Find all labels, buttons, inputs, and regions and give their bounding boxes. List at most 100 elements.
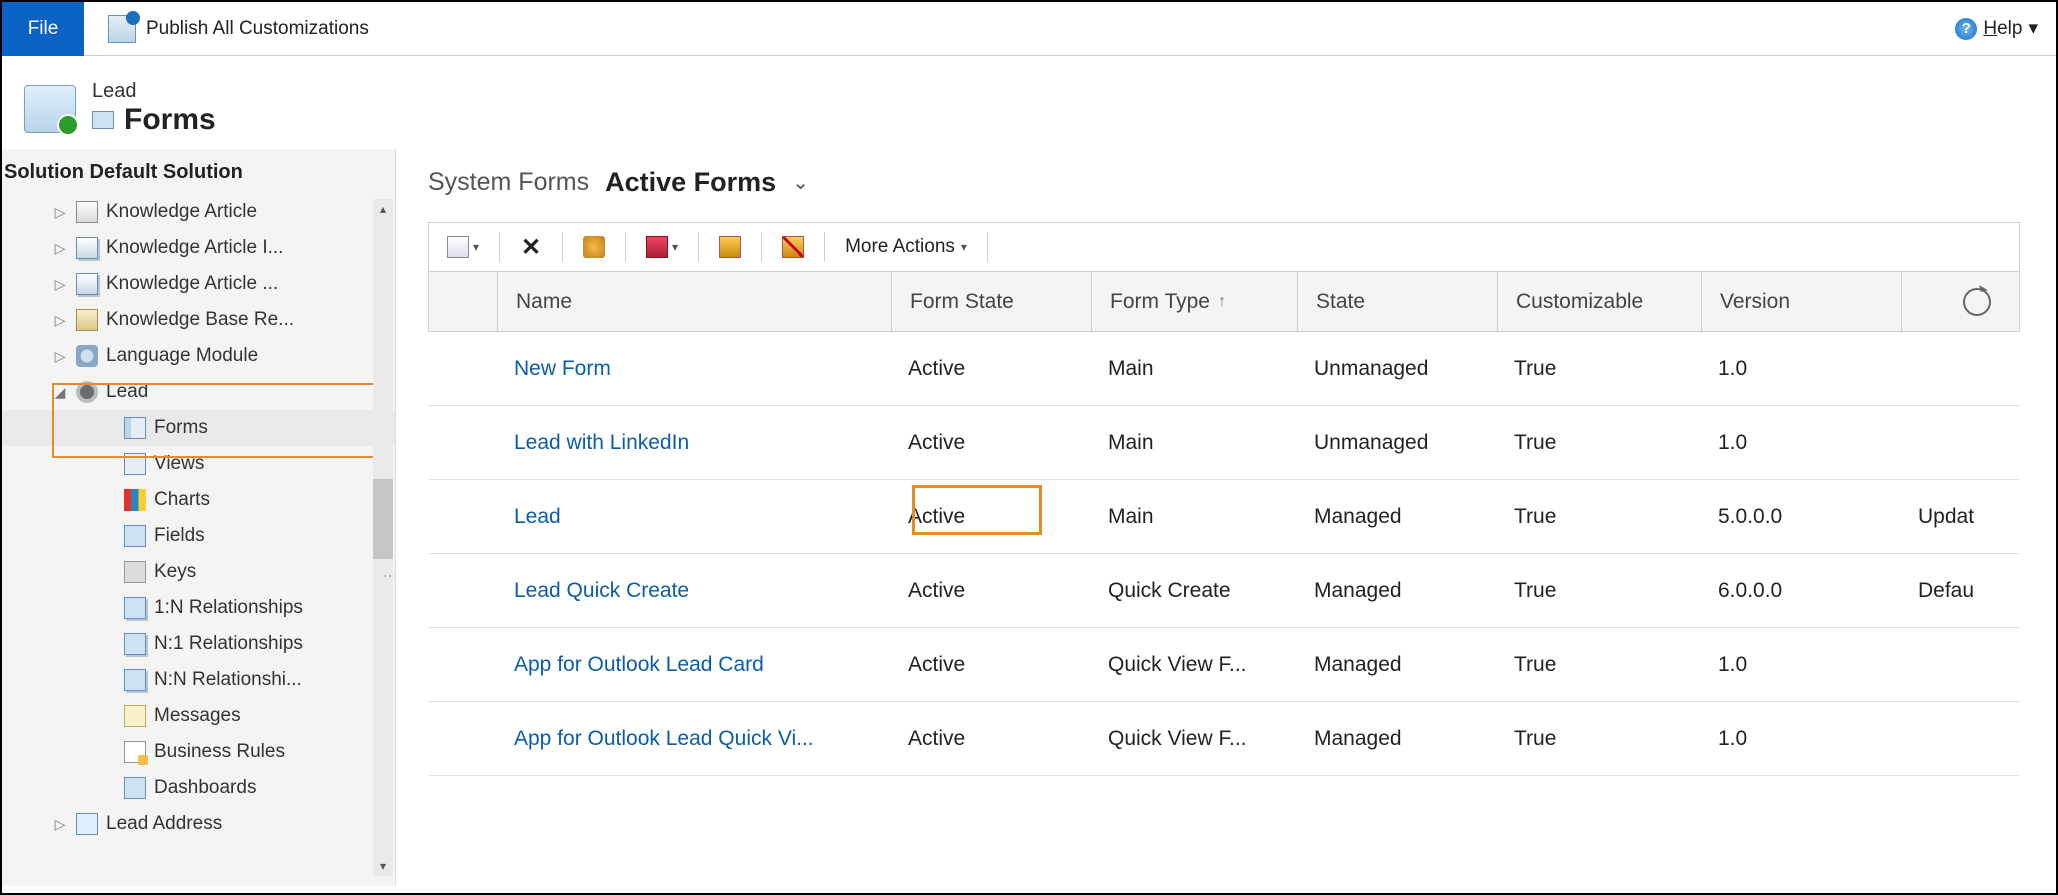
tree-child-dashboards[interactable]: Dashboards (2, 770, 395, 806)
security-roles-button[interactable] (575, 229, 613, 265)
table-row[interactable]: App for Outlook Lead Quick Vi...ActiveQu… (428, 702, 2020, 776)
cell-version: 1.0 (1700, 431, 1900, 455)
expand-caret-icon[interactable]: ▷ (52, 240, 68, 257)
tree-child-business-rules[interactable]: Business Rules (2, 734, 395, 770)
expand-caret-icon[interactable]: ▷ (52, 312, 68, 329)
tree-item-knowledge-article-[interactable]: ▷Knowledge Article ... (2, 266, 395, 302)
activate-button[interactable] (711, 229, 749, 265)
form-link[interactable]: Lead Quick Create (514, 579, 689, 602)
table-row[interactable]: App for Outlook Lead CardActiveQuick Vie… (428, 628, 2020, 702)
cell-form-state: Active (890, 505, 1090, 529)
form-order-button[interactable]: ▾ (638, 229, 686, 265)
tree-child-n-n-relationshi-[interactable]: N:N Relationshi... (2, 662, 395, 698)
delete-button[interactable]: ✕ (512, 229, 550, 265)
column-version[interactable]: Version (1701, 272, 1901, 331)
tree-item-knowledge-article[interactable]: ▷ Knowledge Article (2, 194, 395, 230)
tree-child-n-1-relationships[interactable]: N:1 Relationships (2, 626, 395, 662)
tree-item-knowledge-article-i-[interactable]: ▷Knowledge Article I... (2, 230, 395, 266)
tree-child-keys[interactable]: Keys (2, 554, 395, 590)
splitter-handle[interactable]: ⋮ (383, 569, 396, 581)
cell-version: 6.0.0.0 (1700, 579, 1900, 603)
cell-form-type: Quick Create (1090, 579, 1296, 603)
tree-item-label: N:1 Relationships (154, 633, 303, 655)
tree-item-lead[interactable]: ◢Lead (2, 374, 395, 410)
tree-item-language-module[interactable]: ▷Language Module (2, 338, 395, 374)
refresh-icon[interactable] (1963, 288, 1991, 316)
tree-item-label: Knowledge Article (106, 201, 257, 223)
expand-caret-icon[interactable]: ▷ (52, 204, 68, 221)
cell-form-type: Main (1090, 505, 1296, 529)
publish-all-label: Publish All Customizations (146, 18, 369, 40)
gear-icon (76, 345, 98, 367)
more-actions-menu[interactable]: More Actions ▾ (837, 229, 975, 265)
cell-form-state: Active (890, 727, 1090, 751)
file-menu-button[interactable]: File (2, 2, 84, 56)
help-menu[interactable]: ? Help ▾ (1955, 17, 2056, 40)
section-title: Forms (124, 103, 216, 137)
rel-icon (124, 597, 146, 619)
column-form-state[interactable]: Form State (891, 272, 1091, 331)
tree-child-1-n-relationships[interactable]: 1:N Relationships (2, 590, 395, 626)
new-icon (447, 236, 469, 258)
expand-caret-icon[interactable]: ▷ (52, 276, 68, 293)
chevron-down-icon[interactable]: ⌄ (792, 170, 809, 195)
sidebar-scroll-down[interactable]: ▾ (373, 856, 393, 876)
key-icon (124, 561, 146, 583)
view-name[interactable]: Active Forms (605, 167, 776, 198)
cell-customizable: True (1496, 579, 1700, 603)
cell-form-state: Active (890, 431, 1090, 455)
cell-form-state: Active (890, 579, 1090, 603)
chevron-down-icon: ▾ (672, 240, 678, 254)
form-link[interactable]: Lead (514, 505, 561, 528)
column-select-all[interactable] (429, 272, 497, 331)
cell-name: App for Outlook Lead Card (496, 653, 890, 677)
cell-form-type: Quick View F... (1090, 653, 1296, 677)
form-link[interactable]: New Form (514, 357, 611, 380)
tree-item-knowledge-base-re-[interactable]: ▷Knowledge Base Re... (2, 302, 395, 338)
column-state[interactable]: State (1297, 272, 1497, 331)
column-description[interactable] (1901, 272, 2019, 331)
publish-icon (108, 15, 136, 43)
expand-caret-icon[interactable]: ▷ (52, 816, 68, 833)
br-icon (124, 741, 146, 763)
table-row[interactable]: New FormActiveMainUnmanagedTrue1.0 (428, 332, 2020, 406)
entity-name: Lead (92, 80, 216, 103)
sidebar-scroll-up[interactable]: ▴ (373, 199, 393, 219)
tree-item-label: 1:N Relationships (154, 597, 303, 619)
publish-all-button[interactable]: Publish All Customizations (84, 2, 393, 55)
rel-icon (124, 633, 146, 655)
tree-child-views[interactable]: Views (2, 446, 395, 482)
cell-version: 1.0 (1700, 727, 1900, 751)
cell-customizable: True (1496, 653, 1700, 677)
column-form-type[interactable]: Form Type ↑ (1091, 272, 1297, 331)
table-row[interactable]: LeadActiveMainManagedTrue5.0.0.0Updat (428, 480, 2020, 554)
grid-toolbar: ▾ ✕ ▾ More Actions ▾ (428, 222, 2020, 272)
form-link[interactable]: App for Outlook Lead Quick Vi... (514, 727, 814, 750)
deactivate-button[interactable] (774, 229, 812, 265)
column-name[interactable]: Name (497, 272, 891, 331)
tree-item-label: Fields (154, 525, 205, 547)
toolbar-separator (499, 232, 500, 262)
sidebar-scroll-thumb[interactable] (373, 479, 393, 559)
form-link[interactable]: Lead with LinkedIn (514, 431, 689, 454)
tree-child-fields[interactable]: Fields (2, 518, 395, 554)
tree-item-lead-address[interactable]: ▷Lead Address (2, 806, 395, 842)
chart-icon (124, 489, 146, 511)
table-row[interactable]: Lead with LinkedInActiveMainUnmanagedTru… (428, 406, 2020, 480)
main-content: System Forms Active Forms ⌄ ▾ ✕ ▾ More A… (396, 149, 2056, 886)
column-customizable[interactable]: Customizable (1497, 272, 1701, 331)
cell-form-state: Active (890, 357, 1090, 381)
new-button[interactable]: ▾ (439, 229, 487, 265)
tree-child-forms[interactable]: Forms (2, 410, 395, 446)
expand-caret-icon[interactable]: ▷ (52, 348, 68, 365)
tree-child-messages[interactable]: Messages (2, 698, 395, 734)
cell-customizable: True (1496, 505, 1700, 529)
expand-caret-icon[interactable]: ◢ (52, 384, 68, 401)
tree-child-charts[interactable]: Charts (2, 482, 395, 518)
security-icon (583, 236, 605, 258)
table-row[interactable]: Lead Quick CreateActiveQuick CreateManag… (428, 554, 2020, 628)
cell-name: Lead Quick Create (496, 579, 890, 603)
cell-version: 1.0 (1700, 357, 1900, 381)
solution-title: Solution Default Solution (2, 153, 395, 194)
form-link[interactable]: App for Outlook Lead Card (514, 653, 764, 676)
